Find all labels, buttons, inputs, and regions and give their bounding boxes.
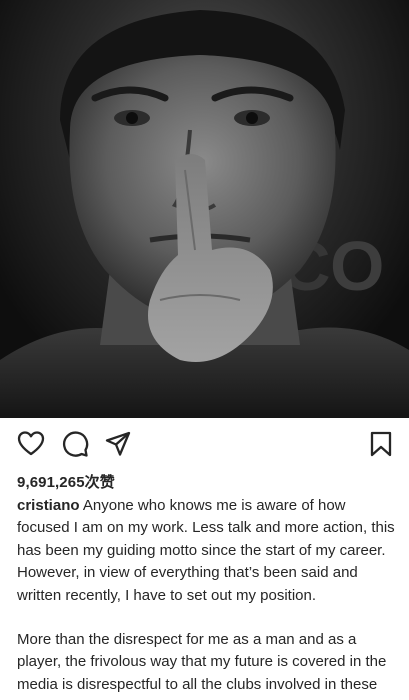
likes-suffix: 次赞 xyxy=(84,474,115,491)
username-link[interactable]: cristiano xyxy=(17,497,80,514)
bookmark-icon[interactable] xyxy=(367,430,395,458)
comment-icon[interactable] xyxy=(61,430,89,458)
portrait-illustration: O C xyxy=(0,10,409,418)
send-icon[interactable] xyxy=(104,430,132,458)
caption-paragraph-1: cristiano Anyone who knows me is aware o… xyxy=(17,495,397,607)
heart-icon[interactable] xyxy=(17,430,45,458)
likes-number: 9,691,265 xyxy=(17,474,85,491)
post-caption: cristiano Anyone who knows me is aware o… xyxy=(17,495,397,700)
background-lettering: O xyxy=(330,227,384,305)
likes-count[interactable]: 9,691,265次赞 xyxy=(17,471,115,492)
post-image[interactable]: O C xyxy=(0,0,409,418)
caption-paragraph-2: More than the disrespect for me as a man… xyxy=(17,631,387,700)
post-action-bar xyxy=(0,418,409,470)
